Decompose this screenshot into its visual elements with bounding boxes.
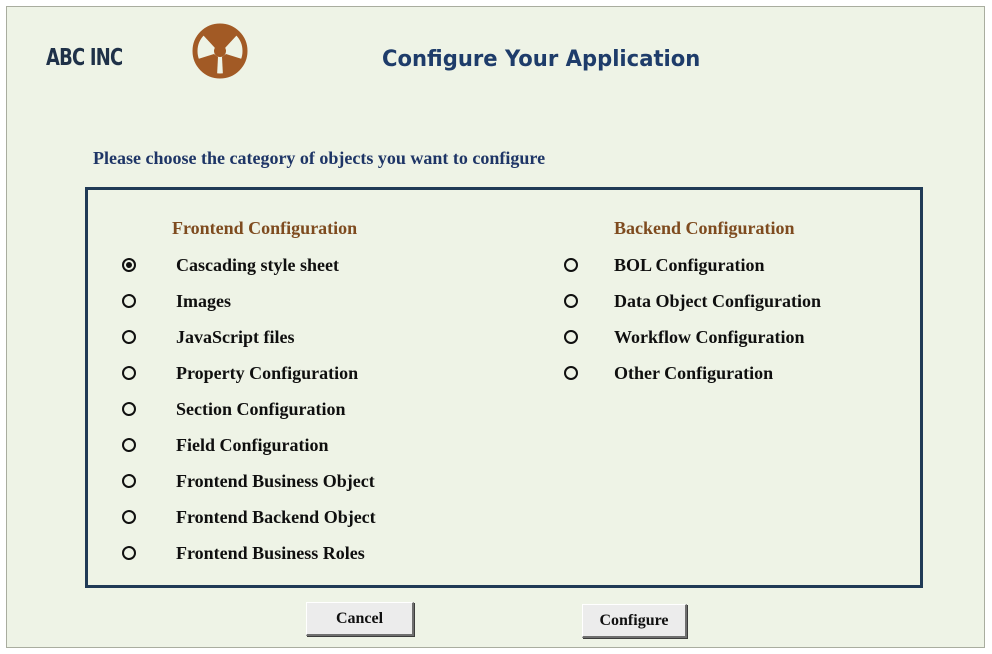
option-label: Other Configuration: [614, 363, 774, 383]
option-label: Section Configuration: [176, 399, 346, 419]
radio-button[interactable]: [122, 366, 136, 380]
category-panel: Frontend Configuration Backend Configura…: [85, 187, 923, 588]
radio-button[interactable]: [564, 330, 578, 344]
instruction-text: Please choose the category of objects yo…: [93, 148, 546, 168]
option-label: JavaScript files: [176, 327, 295, 347]
frontend-heading: Frontend Configuration: [172, 218, 358, 238]
option-label: Field Configuration: [176, 435, 329, 455]
option-label: Frontend Business Object: [176, 471, 375, 491]
radio-button[interactable]: [122, 330, 136, 344]
radio-button[interactable]: [564, 258, 578, 272]
page-title: Configure Your Application: [382, 47, 701, 72]
radio-button[interactable]: [122, 294, 136, 308]
steering-wheel-icon: [192, 23, 248, 79]
option-label: Frontend Business Roles: [176, 543, 365, 563]
radio-button[interactable]: [122, 402, 136, 416]
option-label: Workflow Configuration: [614, 327, 805, 347]
option-label: Data Object Configuration: [614, 291, 821, 311]
configure-button[interactable]: Configure: [582, 604, 687, 638]
option-label: BOL Configuration: [614, 255, 765, 275]
cancel-button[interactable]: Cancel: [306, 602, 414, 636]
option-label: Frontend Backend Object: [176, 507, 376, 527]
backend-heading: Backend Configuration: [614, 218, 795, 238]
option-label: Images: [176, 291, 231, 311]
radio-button[interactable]: [122, 510, 136, 524]
option-label: Cascading style sheet: [176, 255, 339, 275]
radio-button[interactable]: [122, 438, 136, 452]
radio-button[interactable]: [564, 294, 578, 308]
radio-button[interactable]: [122, 474, 136, 488]
option-label: Property Configuration: [176, 363, 359, 383]
radio-button[interactable]: [122, 258, 136, 272]
radio-button[interactable]: [564, 366, 578, 380]
configuration-page: ABC INC Configure Your Application Pleas…: [6, 6, 985, 648]
radio-button[interactable]: [122, 546, 136, 560]
brand-name: ABC INC: [46, 45, 123, 71]
